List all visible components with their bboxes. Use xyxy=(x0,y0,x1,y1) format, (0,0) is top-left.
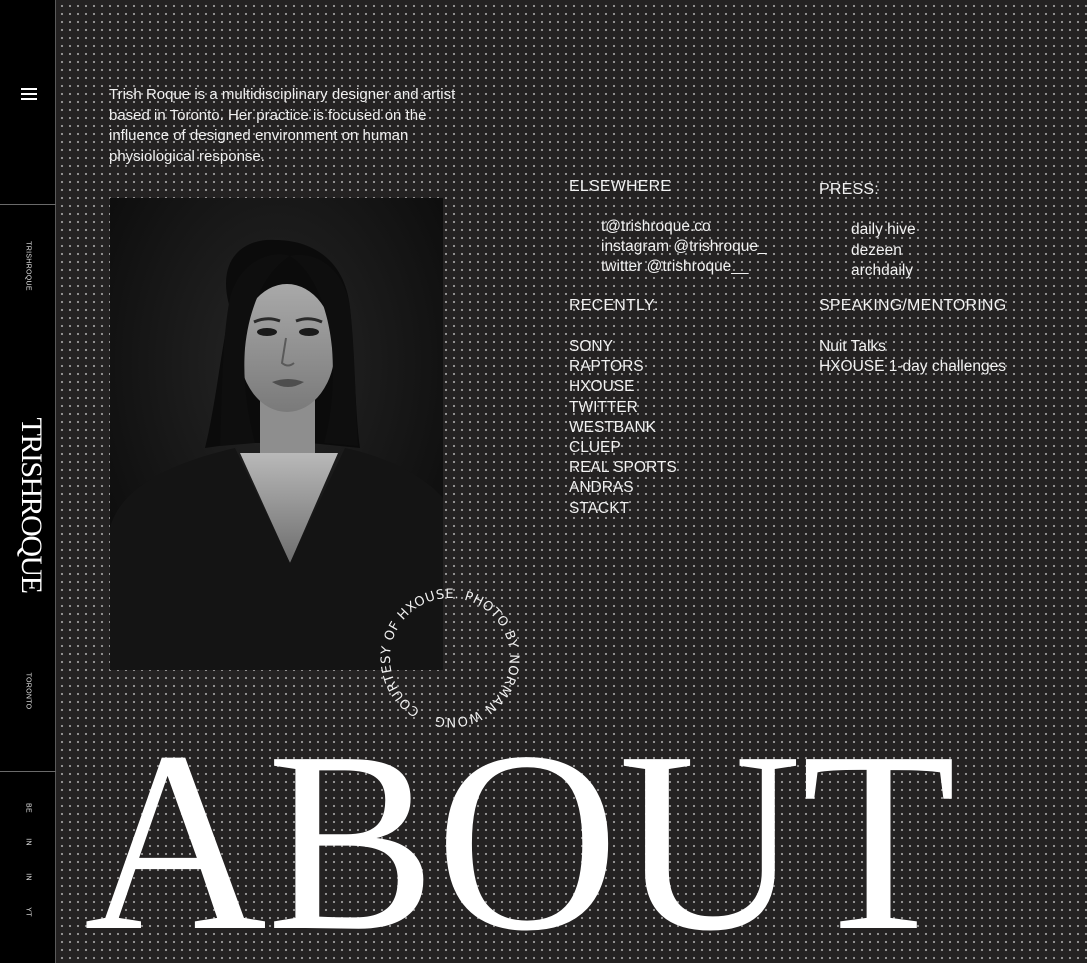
client-item: RAPTORS xyxy=(569,358,644,376)
client-item: TWITTER xyxy=(569,398,638,416)
speaking-list: Nuit Talks HXOUSE 1-day challenges xyxy=(819,337,1006,377)
client-item: CLUEP xyxy=(569,439,621,457)
sidebar-location: TORONTO xyxy=(24,672,32,710)
speaking-item: HXOUSE 1-day challenges xyxy=(819,358,1006,376)
press-link-archdaily[interactable]: archdaily xyxy=(851,262,913,279)
speaking-heading: SPEAKING/MENTORING xyxy=(819,297,1007,314)
press-heading: PRESS: xyxy=(819,181,879,198)
youtube-link[interactable]: YT xyxy=(25,907,32,917)
email-link[interactable]: t@trishroque.co xyxy=(601,218,711,235)
elsewhere-list: t@trishroque.co instagram @trishroque_ t… xyxy=(601,217,767,278)
press-link-daily-hive[interactable]: daily hive xyxy=(851,221,916,238)
client-item: ANDRAS xyxy=(569,479,634,497)
sidebar-divider xyxy=(0,771,56,772)
photo-credit-path: COURTESY OF HXOUSE. PHOTO BY NORMAN WONG xyxy=(375,583,525,733)
client-item: REAL SPORTS xyxy=(569,459,677,477)
elsewhere-heading: ELSEWHERE xyxy=(569,178,672,195)
recently-heading: RECENTLY: xyxy=(569,297,659,314)
press-link-dezeen[interactable]: dezeen xyxy=(851,242,902,259)
sidebar-name-small: TRISHROQUE xyxy=(24,241,32,291)
client-item: HXOUSE xyxy=(569,378,635,396)
intro-paragraph: Trish Roque is a multidisciplinary desig… xyxy=(109,86,456,165)
twitter-handle-link[interactable]: twitter @trishroque__ xyxy=(601,258,749,275)
brand-logo[interactable]: TRISHROQUE xyxy=(15,417,48,592)
client-item: STACKT xyxy=(569,499,629,517)
hamburger-menu-icon[interactable] xyxy=(21,86,37,102)
instagram-handle-link[interactable]: instagram @trishroque_ xyxy=(601,238,767,255)
page-title: ABOUT xyxy=(84,745,956,945)
instagram-link[interactable]: IN xyxy=(25,838,32,846)
behance-link[interactable]: BE xyxy=(25,803,32,813)
sidebar-divider xyxy=(0,204,56,205)
photo-credit-badge: COURTESY OF HXOUSE. PHOTO BY NORMAN WONG xyxy=(375,583,525,733)
page-title-text: ABOUT xyxy=(84,745,956,945)
client-item: WESTBANK xyxy=(569,418,656,436)
linkedin-link[interactable]: IN xyxy=(25,873,32,881)
client-item: SONY xyxy=(569,338,613,355)
sidebar: TRISHROQUE TRISHROQUE TORONTO BE IN IN Y… xyxy=(0,0,56,963)
speaking-item: Nuit Talks xyxy=(819,338,886,355)
recently-list: SONY RAPTORS HXOUSE TWITTER WESTBANK CLU… xyxy=(569,337,677,519)
photo-credit-text: COURTESY OF HXOUSE. PHOTO BY NORMAN WONG xyxy=(375,583,525,733)
press-list: daily hive dezeen archdaily xyxy=(851,220,916,282)
